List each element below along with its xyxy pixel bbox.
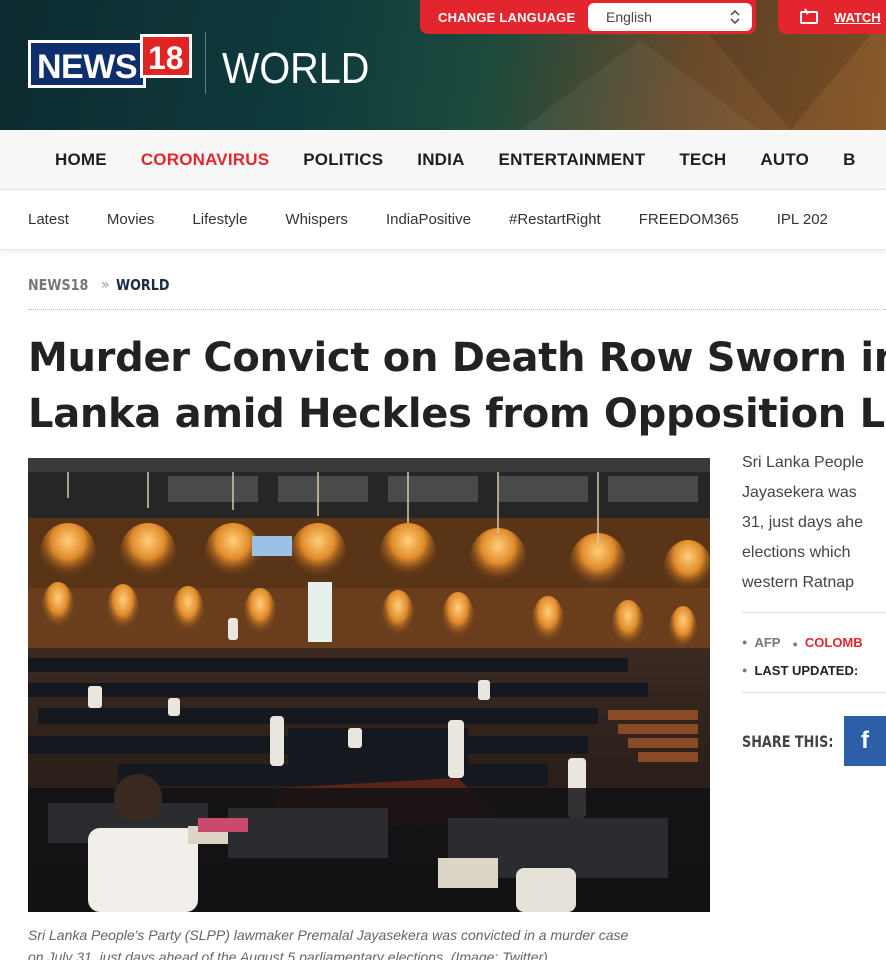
photo-caption: Sri Lanka People's Party (SLPP) lawmaker… [28, 924, 728, 960]
news18-logo[interactable]: NEWS 18 [28, 34, 192, 94]
breadcrumb: NEWS18 » WORLD [28, 276, 178, 294]
intro-line: Sri Lanka People [742, 454, 864, 471]
chevron-updown-icon [730, 3, 740, 41]
tv-icon [800, 10, 818, 24]
sub-nav: Latest Movies Lifestyle Whispers IndiaPo… [0, 190, 886, 250]
nav-item-truncated[interactable]: B [843, 150, 855, 170]
article-meta: ● AFP ● COLOMB ● LAST UPDATED: [742, 628, 886, 684]
article-intro: Sri Lanka People Jayasekera was 31, just… [742, 448, 886, 598]
article-source: AFP [754, 634, 781, 650]
bullet-icon: ● [742, 637, 748, 647]
intro-line: 31, just days ahe [742, 514, 863, 531]
watch-label: WATCH [834, 9, 881, 25]
article-headline: Murder Convict on Death Row Sworn in a L… [28, 330, 886, 442]
section-title: WORLD [222, 44, 370, 93]
breadcrumb-separator: » [101, 277, 110, 293]
subnav-item-freedom365[interactable]: FREEDOM365 [639, 211, 739, 228]
intro-line: Jayasekera was [742, 484, 857, 501]
bullet-icon: ● [792, 638, 798, 649]
language-selected-value: English [606, 9, 652, 25]
facebook-share-button[interactable]: f [844, 716, 886, 766]
subnav-item-indiapositive[interactable]: IndiaPositive [386, 211, 471, 228]
subnav-item-restartright[interactable]: #RestartRight [509, 211, 601, 228]
headline-line: Murder Convict on Death Row Sworn in a [28, 335, 886, 381]
article-location: ● COLOMB [792, 635, 862, 650]
intro-line: elections which [742, 544, 851, 561]
headline-line: Lanka amid Heckles from Opposition Lea [28, 391, 886, 437]
nav-item-entertainment[interactable]: ENTERTAINMENT [499, 150, 646, 170]
subnav-item-movies[interactable]: Movies [107, 211, 155, 228]
nav-item-coronavirus[interactable]: CORONAVIRUS [141, 150, 269, 170]
subnav-item-latest[interactable]: Latest [28, 211, 69, 228]
subnav-item-lifestyle[interactable]: Lifestyle [192, 211, 247, 228]
logo-news-text: NEWS [28, 40, 146, 88]
facebook-icon: f [861, 727, 869, 754]
watch-button[interactable]: WATCH [778, 0, 886, 34]
last-updated-label: LAST UPDATED: [754, 662, 859, 678]
breadcrumb-current[interactable]: WORLD [116, 276, 169, 294]
bullet-icon: ● [742, 665, 748, 675]
nav-item-auto[interactable]: AUTO [760, 150, 809, 170]
caption-line: Sri Lanka People's Party (SLPP) lawmaker… [28, 927, 629, 943]
nav-item-politics[interactable]: POLITICS [303, 150, 383, 170]
subnav-item-whispers[interactable]: Whispers [285, 211, 348, 228]
caption-line: on July 31, just days ahead of the Augus… [28, 949, 548, 960]
location-text: COLOMB [804, 634, 863, 650]
subnav-item-ipl[interactable]: IPL 202 [777, 211, 828, 228]
article-photo[interactable] [28, 458, 710, 912]
site-header: NEWS 18 WORLD CHANGE LANGUAGE English WA… [0, 0, 886, 130]
meta-divider [742, 692, 886, 693]
main-nav: HOME CORONAVIRUS POLITICS INDIA ENTERTAI… [0, 130, 886, 190]
intro-line: western Ratnap [742, 574, 855, 591]
nav-item-home[interactable]: HOME [55, 150, 107, 170]
meta-divider [742, 612, 886, 613]
nav-item-india[interactable]: INDIA [417, 150, 464, 170]
nav-item-tech[interactable]: TECH [679, 150, 726, 170]
parliament-chamber-image [28, 458, 710, 912]
change-language-bar: CHANGE LANGUAGE English [420, 0, 756, 34]
language-select[interactable]: English [588, 3, 752, 31]
share-label: SHARE THIS: [742, 732, 834, 751]
logo-18-badge: 18 [140, 34, 192, 78]
breadcrumb-home-link[interactable]: NEWS18 [28, 276, 88, 294]
breadcrumb-divider [28, 309, 886, 310]
change-language-label: CHANGE LANGUAGE [438, 9, 576, 25]
logo-divider [205, 32, 206, 94]
